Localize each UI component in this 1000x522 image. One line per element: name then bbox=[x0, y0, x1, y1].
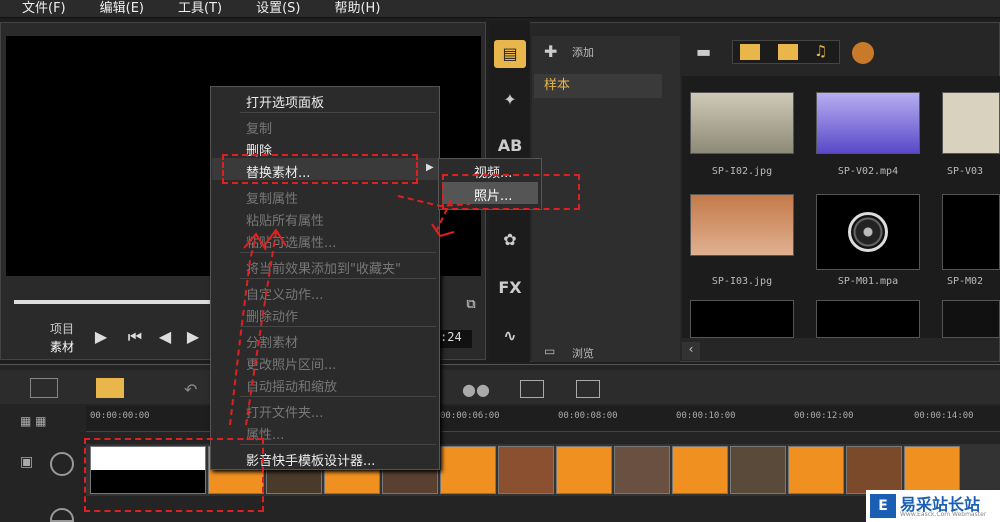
arrow-up-1 bbox=[229, 235, 257, 426]
arrow-right-1 bbox=[397, 195, 471, 208]
watermark-logo: E bbox=[870, 494, 896, 518]
arrowhead-3 bbox=[431, 223, 455, 238]
watermark-subtext: Www.Easck.Com Webmaster bbox=[900, 511, 987, 518]
annotation-arrows bbox=[229, 195, 471, 426]
arrow-right-2 bbox=[435, 197, 453, 233]
